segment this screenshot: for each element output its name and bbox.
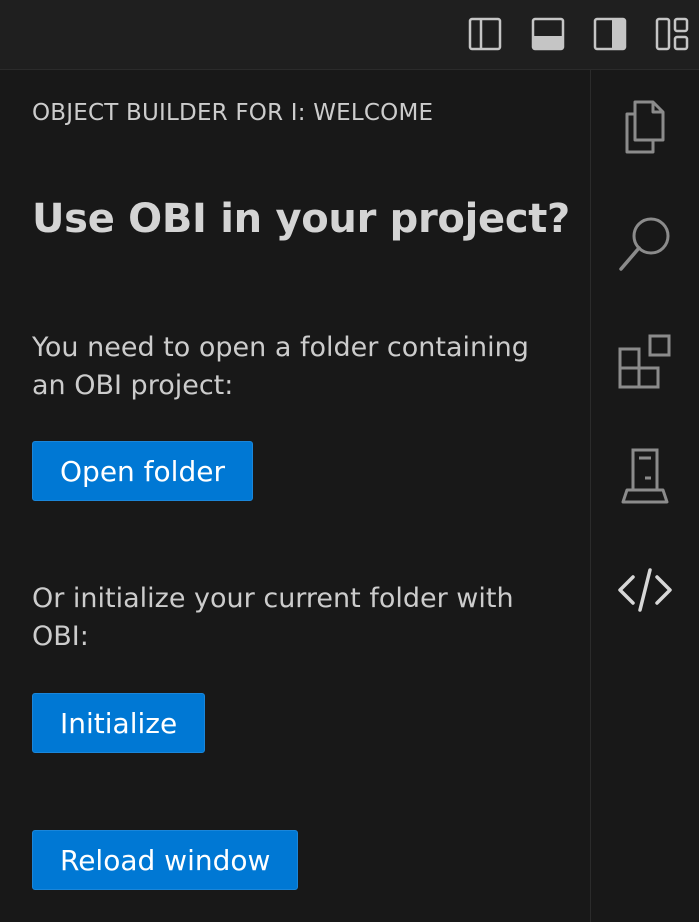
initialize-button[interactable]: Initialize [32,693,206,753]
page-title: Use OBI in your project? [32,196,570,242]
extensions-icon [618,334,671,389]
toggle-secondary-sidebar-button[interactable] [590,14,630,54]
open-folder-button[interactable]: Open folder [32,441,253,501]
code-icon [618,568,672,612]
reload-window-button[interactable]: Reload window [32,830,299,890]
initialize-prompt: Or initialize your current folder with O… [32,583,514,652]
customize-layout-icon [655,17,689,51]
toggle-secondary-sidebar-icon [593,17,627,51]
activity-obi[interactable] [609,554,681,626]
activity-ibmi[interactable] [609,440,681,512]
search-icon [619,217,670,271]
open-folder-prompt: You need to open a folder containing an … [32,332,529,401]
toggle-primary-sidebar-button[interactable] [465,14,505,54]
activity-extensions[interactable] [609,325,681,397]
section-title: OBJECT BUILDER FOR I: WELCOME [32,100,434,126]
explorer-icon [625,100,665,154]
customize-layout-button[interactable] [652,14,692,54]
activity-bar [590,70,699,922]
toggle-panel-button[interactable] [528,14,568,54]
ibmi-server-icon [621,448,669,504]
title-bar [0,0,699,70]
activity-search[interactable] [609,208,681,280]
activity-explorer[interactable] [609,92,681,164]
toggle-primary-sidebar-icon [468,17,502,51]
toggle-panel-icon [531,17,565,51]
